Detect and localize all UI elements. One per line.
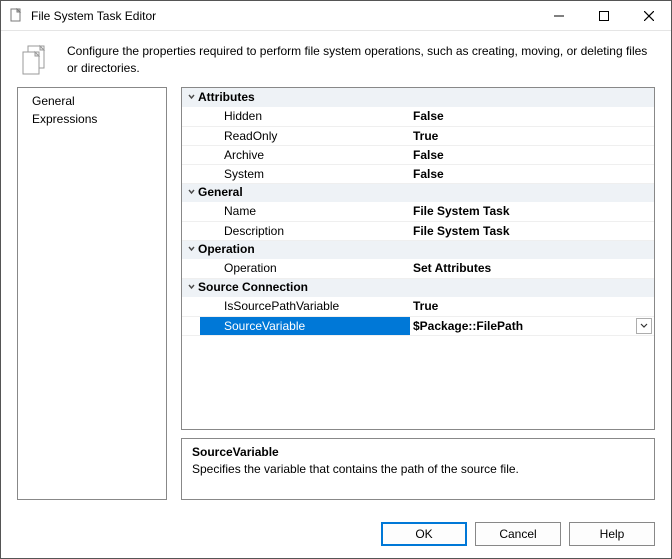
property-value[interactable]: False [410,107,654,126]
window-buttons [536,1,671,30]
chevron-down-icon [184,90,198,104]
help-button-label: Help [600,527,625,541]
chevron-down-icon [184,242,198,256]
maximize-button[interactable] [581,1,626,30]
dropdown-button[interactable] [636,318,652,334]
property-name: Name [200,202,410,221]
property-row[interactable]: SystemFalse [182,164,654,183]
property-name: Hidden [200,107,410,126]
ok-button-label: OK [415,527,432,541]
task-icon [19,43,53,77]
app-icon [9,8,25,24]
property-value[interactable]: False [410,164,654,183]
property-name: Operation [200,259,410,278]
property-row-gutter [182,202,200,221]
property-row[interactable]: ReadOnlyTrue [182,126,654,145]
property-group-label: Source Connection [198,280,308,294]
property-row-gutter [182,316,200,335]
titlebar: File System Task Editor [1,1,671,31]
property-row[interactable]: DescriptionFile System Task [182,221,654,240]
property-row[interactable]: IsSourcePathVariableTrue [182,297,654,316]
header: Configure the properties required to per… [1,31,671,87]
property-name: SourceVariable [200,316,410,335]
property-row-gutter [182,126,200,145]
property-group-label: Operation [198,242,255,256]
property-value[interactable]: File System Task [410,221,654,240]
body: General Expressions AttributesHiddenFals… [1,87,671,510]
sidebar-item-expressions[interactable]: Expressions [18,110,166,128]
property-group-header[interactable]: Operation [182,240,654,259]
close-button[interactable] [626,1,671,30]
property-name: IsSourcePathVariable [200,297,410,316]
property-row-gutter [182,297,200,316]
sidebar-item-label: Expressions [32,112,97,126]
footer: OK Cancel Help [1,510,671,558]
minimize-button[interactable] [536,1,581,30]
property-row-gutter [182,145,200,164]
property-row-gutter [182,164,200,183]
cancel-button-label: Cancel [499,527,536,541]
help-button[interactable]: Help [569,522,655,546]
property-row[interactable]: NameFile System Task [182,202,654,221]
property-row-gutter [182,259,200,278]
property-name: System [200,164,410,183]
property-group-label: General [198,185,243,199]
sidebar-item-label: General [32,94,75,108]
ok-button[interactable]: OK [381,522,467,546]
property-name: Archive [200,145,410,164]
property-row[interactable]: OperationSet Attributes [182,259,654,278]
property-row-gutter [182,107,200,126]
chevron-down-icon [184,185,198,199]
property-value[interactable]: File System Task [410,202,654,221]
property-row[interactable]: ArchiveFalse [182,145,654,164]
right-column: AttributesHiddenFalseReadOnlyTrueArchive… [181,87,655,500]
help-pane: SourceVariable Specifies the variable th… [181,438,655,500]
property-value[interactable]: False [410,145,654,164]
help-pane-description: Specifies the variable that contains the… [192,462,644,476]
property-row-gutter [182,221,200,240]
cancel-button[interactable]: Cancel [475,522,561,546]
property-group-header[interactable]: Source Connection [182,278,654,297]
chevron-down-icon [184,280,198,294]
sidebar-item-general[interactable]: General [18,92,166,110]
window-title: File System Task Editor [31,9,536,23]
property-group-header[interactable]: Attributes [182,88,654,107]
sidebar: General Expressions [17,87,167,500]
property-name: Description [200,221,410,240]
property-group-label: Attributes [198,90,255,104]
property-grid[interactable]: AttributesHiddenFalseReadOnlyTrueArchive… [181,87,655,430]
window: File System Task Editor Configure the pr… [0,0,672,559]
property-value[interactable]: Set Attributes [410,259,654,278]
property-name: ReadOnly [200,126,410,145]
property-value[interactable]: True [410,126,654,145]
property-value[interactable]: $Package::FilePath [410,316,654,335]
property-value[interactable]: True [410,297,654,316]
help-pane-title: SourceVariable [192,445,644,459]
property-row[interactable]: SourceVariable$Package::FilePath [182,316,654,335]
property-row[interactable]: HiddenFalse [182,107,654,126]
header-description: Configure the properties required to per… [67,43,653,77]
property-group-header[interactable]: General [182,183,654,202]
